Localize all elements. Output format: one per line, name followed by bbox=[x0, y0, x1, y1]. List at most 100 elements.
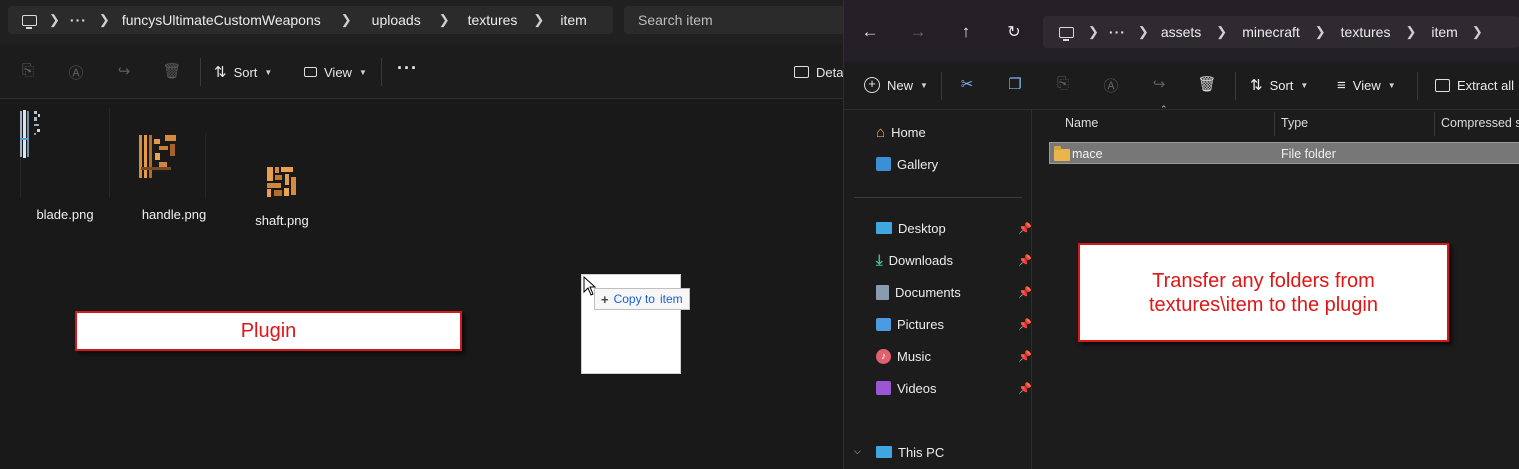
nav-item-this-pc[interactable]: This PC bbox=[876, 442, 944, 462]
breadcrumb-item[interactable]: item bbox=[1431, 16, 1457, 48]
cut-icon[interactable]: ✂ bbox=[957, 75, 977, 95]
delete-icon[interactable]: 🗑 bbox=[162, 62, 182, 80]
table-row[interactable]: mace File folder bbox=[1049, 142, 1519, 164]
nav-label: Desktop bbox=[898, 220, 946, 236]
sort-ascending-icon: ⌃ bbox=[1160, 104, 1168, 114]
details-pane-icon bbox=[794, 66, 809, 78]
breadcrumb-overflow-icon[interactable]: ··· bbox=[70, 6, 87, 34]
chevron-right-icon[interactable]: ❯ bbox=[1084, 24, 1109, 40]
chevron-right-icon[interactable]: ❯ bbox=[1126, 24, 1161, 40]
breadcrumb-item[interactable]: textures bbox=[1341, 16, 1391, 48]
sort-button[interactable]: ⇅ Sort ▼ bbox=[1250, 75, 1308, 95]
sort-icon: ⇅ bbox=[214, 64, 227, 81]
more-options-icon[interactable]: ··· bbox=[397, 58, 418, 78]
nav-label: Gallery bbox=[897, 156, 939, 172]
this-pc-icon[interactable] bbox=[22, 14, 37, 29]
up-arrow-icon[interactable]: ↑ bbox=[955, 22, 977, 42]
breadcrumb-item[interactable]: item bbox=[560, 6, 586, 34]
forward-arrow-icon[interactable]: → bbox=[907, 22, 929, 42]
delete-icon[interactable]: 🗑 bbox=[1197, 75, 1217, 95]
file-item[interactable]: blade.png bbox=[20, 108, 110, 222]
nav-label: Downloads bbox=[888, 252, 953, 268]
title-bar: ← → ↑ ↻ ❯ ··· ❯ assets ❯ minecraft ❯ tex… bbox=[844, 0, 1519, 62]
nav-item-home[interactable]: ⌂ Home bbox=[876, 122, 926, 142]
breadcrumb-item[interactable]: textures bbox=[468, 6, 518, 34]
details-button[interactable]: Deta bbox=[794, 62, 843, 82]
left-explorer-window: ❯ ··· ❯ funcysUltimateCustomWeapons ❯ up… bbox=[0, 0, 843, 469]
column-header-type[interactable]: Type bbox=[1281, 116, 1308, 130]
rename-icon[interactable]: Ⓐ bbox=[1101, 75, 1121, 95]
chevron-right-icon[interactable]: ❯ bbox=[1458, 24, 1497, 40]
breadcrumb-overflow-icon[interactable]: ··· bbox=[1109, 16, 1126, 48]
chevron-right-icon[interactable]: ❯ bbox=[87, 12, 122, 28]
pin-icon[interactable]: 📌 bbox=[1018, 222, 1032, 235]
plus-circle-icon: + bbox=[864, 77, 880, 93]
pin-icon[interactable]: 📌 bbox=[1018, 350, 1032, 363]
toolbar-divider bbox=[1417, 72, 1418, 100]
view-button[interactable]: View ▼ bbox=[304, 62, 367, 82]
this-pc-icon[interactable] bbox=[1059, 26, 1074, 41]
nav-item-documents[interactable]: Documents bbox=[876, 282, 961, 302]
chevron-right-icon[interactable]: ❯ bbox=[47, 12, 70, 28]
chevron-right-icon[interactable]: ❯ bbox=[1390, 24, 1431, 40]
view-label: View bbox=[324, 64, 352, 80]
pin-icon[interactable]: 📌 bbox=[1018, 254, 1032, 267]
breadcrumb[interactable]: ❯ ··· ❯ funcysUltimateCustomWeapons ❯ up… bbox=[8, 6, 613, 34]
chevron-right-icon[interactable]: ❯ bbox=[321, 12, 372, 28]
column-header-name[interactable]: Name bbox=[1065, 116, 1098, 130]
pin-icon[interactable]: 📌 bbox=[1018, 382, 1032, 395]
blade-thumbnail bbox=[20, 108, 110, 200]
sort-button[interactable]: ⇅ Sort ▼ bbox=[214, 62, 272, 82]
pin-icon[interactable]: 📌 bbox=[1018, 286, 1032, 299]
column-divider[interactable] bbox=[1434, 112, 1435, 136]
documents-icon bbox=[876, 284, 889, 300]
column-header-compressed-size[interactable]: Compressed siz bbox=[1441, 116, 1519, 130]
file-name: handle.png bbox=[141, 207, 207, 222]
nav-item-music[interactable]: ♪ Music bbox=[876, 346, 931, 366]
view-button[interactable]: ≡ View ▼ bbox=[1337, 75, 1396, 95]
breadcrumb-item[interactable]: funcysUltimateCustomWeapons bbox=[122, 6, 321, 34]
file-item[interactable]: shaft.png bbox=[237, 165, 327, 228]
sort-label: Sort bbox=[1269, 77, 1294, 93]
new-label: New bbox=[887, 77, 914, 93]
nav-item-gallery[interactable]: Gallery bbox=[876, 154, 938, 174]
toolbar-divider bbox=[381, 58, 382, 86]
pictures-icon bbox=[876, 317, 891, 331]
breadcrumb-item[interactable]: minecraft bbox=[1242, 16, 1300, 48]
share-icon[interactable]: ↪ bbox=[1149, 75, 1169, 95]
paste-icon[interactable]: ⎘ bbox=[18, 62, 38, 80]
back-arrow-icon[interactable]: ← bbox=[859, 22, 881, 42]
pin-icon[interactable]: 📌 bbox=[1018, 318, 1032, 331]
paste-icon[interactable]: ⎘ bbox=[1053, 75, 1073, 95]
extract-all-button[interactable]: Extract all bbox=[1435, 75, 1514, 95]
chevron-right-icon[interactable]: ❯ bbox=[1201, 24, 1242, 40]
file-name: blade.png bbox=[36, 207, 94, 222]
command-bar: ⎘ Ⓐ ↪ 🗑 ⇅ Sort ▼ View ▼ ··· Deta bbox=[0, 44, 843, 99]
file-list: ⌃ Name Type Compressed siz mace File fol… bbox=[1033, 104, 1519, 469]
share-icon[interactable]: ↪ bbox=[114, 62, 134, 80]
refresh-icon[interactable]: ↻ bbox=[1003, 22, 1025, 42]
column-divider[interactable] bbox=[1274, 112, 1275, 136]
nav-item-videos[interactable]: Videos bbox=[876, 378, 937, 398]
view-icon bbox=[304, 67, 317, 77]
search-input[interactable]: Search item bbox=[624, 6, 843, 34]
nav-item-pictures[interactable]: Pictures bbox=[876, 314, 944, 334]
chevron-right-icon[interactable]: ❯ bbox=[1300, 24, 1341, 40]
breadcrumb-item[interactable]: assets bbox=[1161, 16, 1201, 48]
copy-icon[interactable]: ❐ bbox=[1005, 75, 1025, 95]
chevron-right-icon[interactable]: ❯ bbox=[517, 12, 560, 28]
breadcrumb[interactable]: ❯ ··· ❯ assets ❯ minecraft ❯ textures ❯ … bbox=[1043, 16, 1519, 48]
nav-item-downloads[interactable]: ⤓ Downloads bbox=[876, 250, 953, 270]
rename-icon[interactable]: Ⓐ bbox=[66, 62, 86, 82]
chevron-right-icon[interactable]: ❯ bbox=[421, 12, 468, 28]
new-button[interactable]: + New ▼ bbox=[864, 75, 928, 95]
chevron-down-icon[interactable]: ⌵ bbox=[854, 446, 861, 457]
toolbar-divider bbox=[941, 72, 942, 100]
file-item[interactable]: handle.png bbox=[129, 133, 219, 222]
chevron-down-icon: ▼ bbox=[920, 80, 928, 90]
breadcrumb-item[interactable]: uploads bbox=[372, 6, 421, 34]
videos-icon bbox=[876, 381, 891, 395]
nav-label: Home bbox=[891, 124, 926, 140]
nav-item-desktop[interactable]: Desktop bbox=[876, 218, 946, 238]
extract-icon bbox=[1435, 78, 1450, 92]
